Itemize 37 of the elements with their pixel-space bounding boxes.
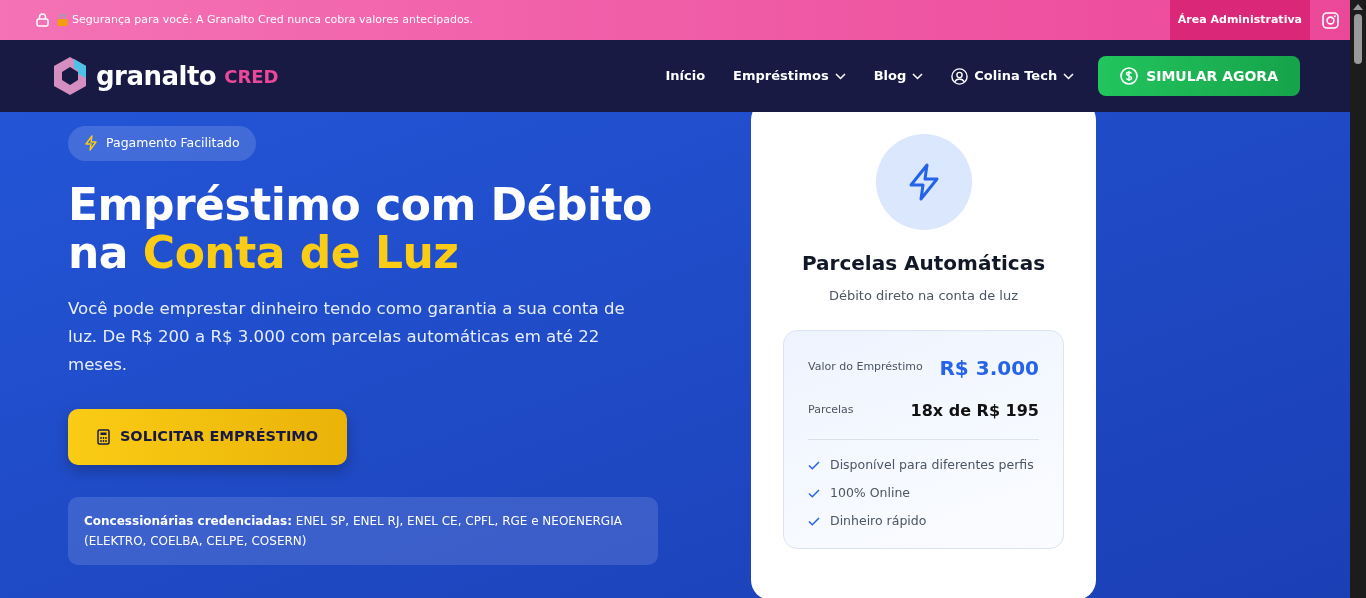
security-notice: Segurança para você: A Granalto Cred nunca cobra valores antecipados. xyxy=(72,11,473,28)
card-subtitle: Débito direto na conta de luz xyxy=(828,287,1019,305)
dollar-icon xyxy=(1120,67,1139,85)
feature-text: 100% Online xyxy=(830,484,911,503)
request-loan-button[interactable]: SOLICITAR EMPRÉSTIMO xyxy=(68,408,347,465)
nav-link[interactable]: Blog xyxy=(873,66,924,86)
card-title: Parcelas Automáticas xyxy=(801,250,1046,277)
nav-link[interactable]: Colina Tech xyxy=(951,66,1075,86)
scrollbar[interactable] xyxy=(1350,0,1366,598)
hero-title: Empréstimo com Débito na Conta de Luz xyxy=(68,180,653,277)
row-value: R$ 3.000 xyxy=(939,354,1039,382)
lightning-icon xyxy=(84,135,98,152)
utilities-note: Concessionárias credenciadas: ENEL SP, ENEL RJ, ENEL CE, CPFL, RGE e NEOENERGIA (ELEKTRO, COELBA, CELPE, COSERN) xyxy=(68,496,658,565)
padlock-icon xyxy=(57,14,68,26)
lock-icon xyxy=(36,13,49,27)
calculator-icon xyxy=(96,428,110,445)
admin-link[interactable]: Área Administrativa xyxy=(1169,0,1310,40)
row-value: 18x de R$ 195 xyxy=(910,399,1039,422)
chevron-down-icon xyxy=(912,72,924,80)
row-label: Parcelas xyxy=(808,402,854,419)
check-icon xyxy=(808,461,820,470)
user-icon xyxy=(951,67,969,85)
check-icon xyxy=(808,517,820,526)
feature-text: Dinheiro rápido xyxy=(830,512,927,531)
chevron-down-icon xyxy=(1063,72,1075,80)
row-label: Valor do Empréstimo xyxy=(808,359,923,376)
nav-link[interactable]: Empréstimos xyxy=(733,66,846,86)
chevron-down-icon xyxy=(834,72,846,80)
check-icon xyxy=(808,489,820,498)
brand-suffix: CRED xyxy=(224,64,279,89)
hero-description: Você pode emprestar dinheiro tendo como garantia a sua conta de luz. De R$ 200 a R$ 3.000 com parcelas automáticas em até 22 meses. xyxy=(68,297,626,376)
feature-badge: Pagamento Facilitado xyxy=(68,126,256,161)
feature-text: Disponível para diferentes perfis xyxy=(830,456,1034,475)
instagram-icon[interactable] xyxy=(1321,11,1339,29)
brand-name: granalto xyxy=(96,59,217,93)
logo-icon xyxy=(52,56,88,96)
nav-link[interactable]: Início xyxy=(665,66,706,86)
